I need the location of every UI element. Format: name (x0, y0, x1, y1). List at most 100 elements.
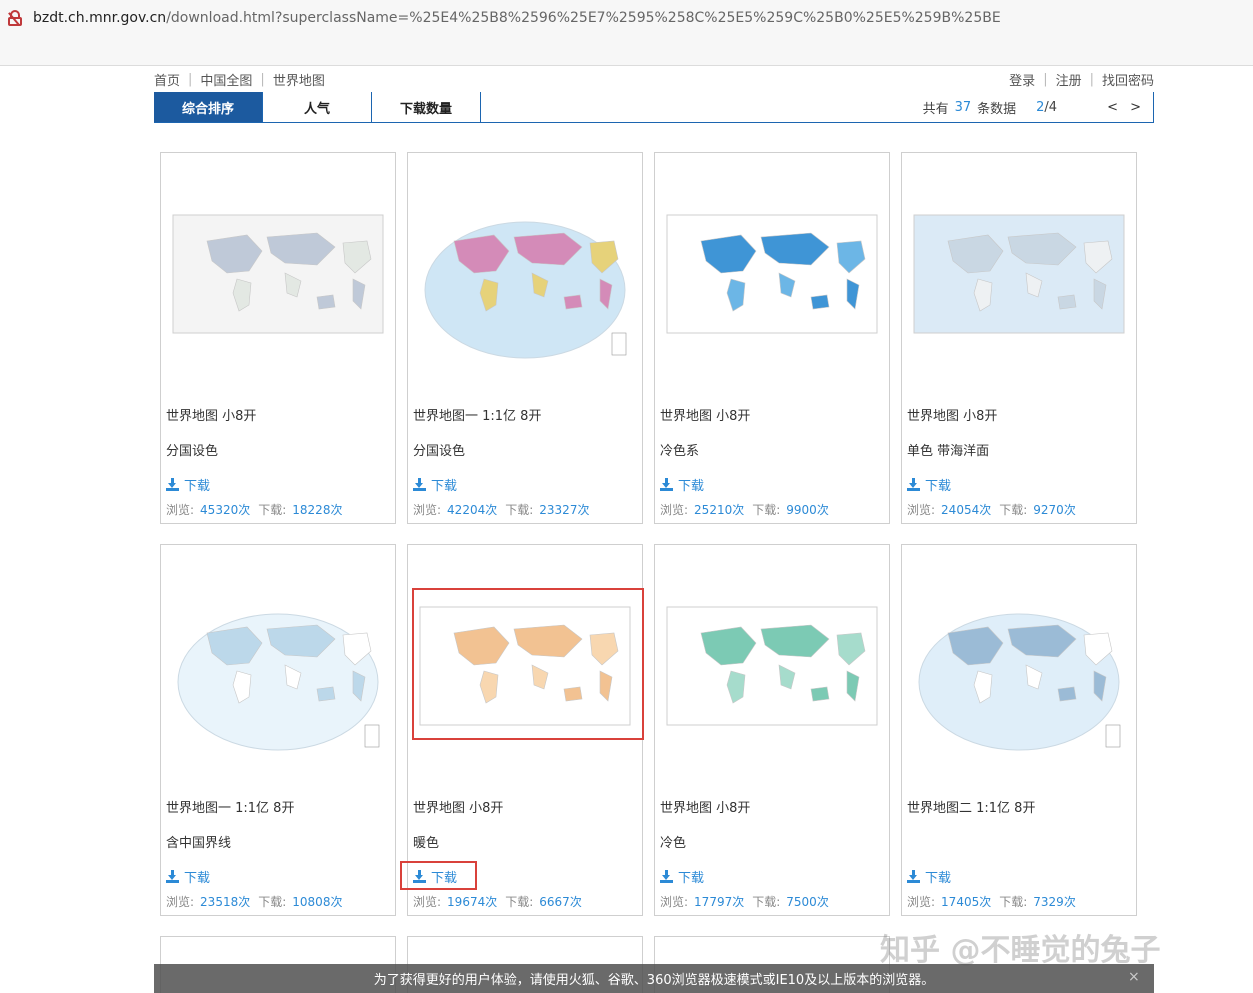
download-link[interactable]: 下载 (907, 867, 951, 886)
downloads-label: 下载: (999, 895, 1028, 909)
views-label: 浏览: (413, 895, 442, 909)
map-stats: 浏览: 17797次 下载: 7500次 (660, 893, 837, 910)
notice-text: 为了获得更好的用户体验，请使用火狐、谷歌、360浏览器极速模式或IE10及以上版… (373, 973, 935, 988)
map-card: 世界地图 小8开 冷色系 下载 浏览: 25210次 下载: 9900次 (654, 152, 890, 524)
download-link[interactable]: 下载 (166, 867, 210, 886)
download-label[interactable]: 下载 (925, 475, 951, 494)
map-card: 世界地图一 1:1亿 8开 含中国界线 下载 浏览: 23518次 下载: 10808次 (160, 544, 396, 916)
map-thumbnail[interactable] (414, 193, 636, 363)
map-title[interactable]: 世界地图 小8开 (660, 797, 750, 816)
highlight-box-download (400, 861, 477, 890)
downloads-count: 18228次 (292, 503, 343, 517)
map-title[interactable]: 世界地图 小8开 (166, 405, 256, 424)
top-nav-right: 登录 | 注册 | 找回密码 (1009, 70, 1154, 89)
map-title[interactable]: 世界地图 小8开 (413, 797, 503, 816)
download-icon (907, 870, 920, 883)
watermark: 知乎 @不睡觉的兔子 (880, 933, 1161, 968)
map-subtitle: 单色 带海洋面 (907, 444, 990, 459)
nav-china-map-link[interactable]: 中国全图 (200, 70, 252, 89)
pager-arrows[interactable]: < > (1107, 100, 1145, 115)
map-title[interactable]: 世界地图 小8开 (907, 405, 997, 424)
continent-shape (1057, 294, 1077, 310)
download-label[interactable]: 下载 (678, 867, 704, 886)
highlight-box-thumbnail (412, 588, 644, 740)
map-title[interactable]: 世界地图一 1:1亿 8开 (166, 797, 294, 816)
map-subtitle: 暖色 (413, 836, 440, 851)
download-icon (166, 870, 179, 883)
downloads-label: 下载: (752, 895, 781, 909)
map-thumbnail[interactable] (167, 193, 389, 363)
pager-total: 37 (954, 99, 972, 115)
url-text[interactable]: bzdt.ch.mnr.gov.cn/download.html?supercl… (33, 10, 1001, 26)
nav-divider: | (260, 71, 265, 87)
download-label[interactable]: 下载 (431, 475, 457, 494)
download-icon (413, 478, 426, 491)
map-thumbnail-svg (918, 613, 1121, 751)
tab-popularity[interactable]: 人气 (263, 92, 372, 122)
pager-current: 2 (1036, 99, 1045, 115)
map-card: 世界地图 小8开 冷色 下载 浏览: 17797次 下载: 7500次 (654, 544, 890, 916)
map-card: 世界地图 小8开 单色 带海洋面 下载 浏览: 24054次 下载: 9270次 (901, 152, 1137, 524)
map-card: 世界地图二 1:1亿 8开 下载 浏览: 17405次 下载: 7329次 (901, 544, 1137, 916)
login-link[interactable]: 登录 (1009, 70, 1035, 89)
register-link[interactable]: 注册 (1056, 70, 1082, 89)
tab-download-count[interactable]: 下载数量 (372, 92, 481, 122)
views-label: 浏览: (660, 503, 689, 517)
recover-password-link[interactable]: 找回密码 (1102, 70, 1154, 89)
downloads-count: 7329次 (1033, 895, 1076, 909)
downloads-label: 下载: (258, 503, 287, 517)
downloads-label: 下载: (258, 895, 287, 909)
map-thumbnail[interactable] (908, 585, 1130, 755)
tab-overall-sort[interactable]: 综合排序 (154, 92, 263, 122)
download-label[interactable]: 下载 (184, 867, 210, 886)
map-stats: 浏览: 42204次 下载: 23327次 (413, 501, 597, 518)
pager-suffix: 条数据 (977, 101, 1017, 117)
map-title[interactable]: 世界地图 小8开 (660, 405, 750, 424)
views-label: 浏览: (166, 503, 195, 517)
map-subtitle: 分国设色 (413, 444, 466, 459)
sort-tabs: 综合排序 人气 下载数量 共有 37 条数据 2 /4 < > (154, 92, 1154, 123)
download-link[interactable]: 下载 (413, 475, 457, 494)
nav-divider: | (1089, 71, 1094, 87)
nav-home-link[interactable]: 首页 (154, 70, 180, 89)
browser-notice-bar: 为了获得更好的用户体验，请使用火狐、谷歌、360浏览器极速模式或IE10及以上版… (154, 964, 1154, 993)
map-title[interactable]: 世界地图一 1:1亿 8开 (413, 405, 541, 424)
downloads-count: 9900次 (786, 503, 829, 517)
views-count: 19674次 (447, 895, 498, 909)
map-stats: 浏览: 19674次 下载: 6667次 (413, 893, 590, 910)
map-subtitle: 分国设色 (166, 444, 219, 459)
map-card: 世界地图 小8开分国设色下载浏览: 45320次 下载: 18228次 (160, 152, 396, 524)
nav-divider: | (188, 71, 193, 87)
download-label[interactable]: 下载 (678, 475, 704, 494)
map-thumbnail[interactable] (167, 585, 389, 755)
close-icon[interactable]: × (1128, 970, 1142, 984)
nav-divider: | (1043, 71, 1048, 87)
download-link[interactable]: 下载 (166, 475, 210, 494)
downloads-label: 下载: (752, 503, 781, 517)
download-label[interactable]: 下载 (184, 475, 210, 494)
views-label: 浏览: (907, 895, 936, 909)
map-thumbnail[interactable] (908, 193, 1130, 363)
views-label: 浏览: (660, 895, 689, 909)
views-count: 25210次 (694, 503, 745, 517)
views-count: 45320次 (200, 503, 251, 517)
downloads-label: 下载: (505, 503, 534, 517)
toolbar-strip (0, 36, 1253, 66)
downloads-label: 下载: (999, 503, 1028, 517)
map-thumbnail-svg (177, 613, 380, 751)
map-title[interactable]: 世界地图二 1:1亿 8开 (907, 797, 1035, 816)
download-link[interactable]: 下载 (660, 475, 704, 494)
insecure-lock-icon[interactable] (8, 10, 22, 26)
continent-shape (563, 294, 583, 310)
download-icon (907, 478, 920, 491)
continent-shape (316, 294, 336, 310)
nav-world-map-link[interactable]: 世界地图 (273, 70, 325, 89)
download-link[interactable]: 下载 (907, 475, 951, 494)
map-thumbnail[interactable] (661, 193, 883, 363)
address-bar[interactable]: bzdt.ch.mnr.gov.cn/download.html?supercl… (0, 0, 1253, 36)
continent-shape (810, 686, 830, 702)
download-link[interactable]: 下载 (660, 867, 704, 886)
map-thumbnail[interactable] (661, 585, 883, 755)
map-stats: 浏览: 23518次 下载: 10808次 (166, 893, 350, 910)
download-label[interactable]: 下载 (925, 867, 951, 886)
